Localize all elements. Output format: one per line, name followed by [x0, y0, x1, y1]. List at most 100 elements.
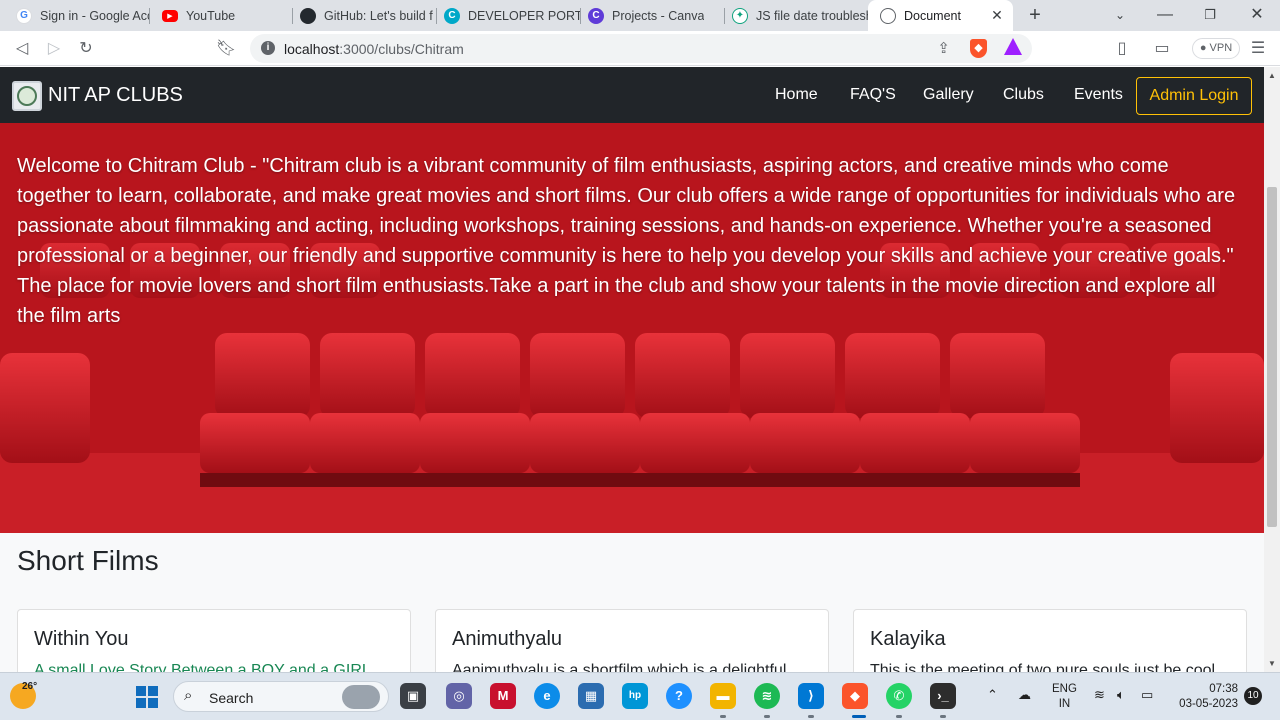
vpn-button[interactable]: ● VPN: [1192, 38, 1240, 59]
nav-gallery[interactable]: Gallery: [923, 86, 974, 104]
nav-faqs[interactable]: FAQ'S: [850, 86, 896, 104]
bookmark-icon[interactable]: 🔖︎: [214, 37, 238, 61]
search-icon: ⌕: [184, 687, 193, 704]
film-card-animuthyalu[interactable]: Animuthyalu Aanimuthyalu is a shortfilm …: [435, 609, 829, 672]
tab-youtube[interactable]: ▶ YouTube: [150, 0, 295, 31]
wallet-icon[interactable]: ▭: [1150, 37, 1174, 61]
film-description: This is the meeting of two pure souls ju…: [870, 662, 1216, 672]
running-indicator: [764, 715, 770, 718]
nit-logo[interactable]: [12, 81, 42, 111]
language-region: IN: [1058, 698, 1071, 710]
running-indicator: [940, 715, 946, 718]
logo-seal-icon: [17, 86, 37, 106]
wifi-icon[interactable]: ≋: [1094, 687, 1105, 703]
film-card-within-you[interactable]: Within You A small Love Story Between a …: [17, 609, 411, 672]
scroll-down-arrow-icon[interactable]: ▼: [1268, 659, 1276, 668]
weather-temperature: 26°: [22, 681, 38, 692]
tab-document[interactable]: Document ✕: [868, 0, 1013, 31]
section-title: Short Films: [17, 545, 159, 576]
notification-badge[interactable]: 10: [1244, 687, 1262, 705]
github-icon: [300, 7, 316, 24]
edge-icon[interactable]: e: [534, 683, 560, 709]
whatsapp-icon[interactable]: ✆: [886, 683, 912, 709]
brave-shields-icon[interactable]: ◆: [970, 39, 987, 58]
brave-browser-icon[interactable]: ◆: [842, 683, 868, 709]
url-path: :3000/clubs/Chitram: [339, 41, 464, 57]
active-indicator: [852, 715, 866, 718]
tab-title: Sign in - Google Acc: [40, 8, 149, 23]
file-explorer-icon[interactable]: ▬: [710, 683, 736, 709]
brave-rewards-icon[interactable]: [1004, 38, 1022, 55]
nav-clubs[interactable]: Clubs: [1003, 86, 1044, 104]
url-host: localhost: [284, 41, 340, 57]
microsoft-store-icon[interactable]: ▦: [578, 683, 604, 709]
tab-title: GitHub: Let's build f: [324, 8, 433, 23]
forward-button[interactable]: ▷: [42, 37, 66, 61]
tab-title: Projects - Canva: [612, 8, 705, 23]
onedrive-icon[interactable]: ☁: [1018, 687, 1031, 703]
running-indicator: [808, 715, 814, 718]
brand-name[interactable]: NIT AP CLUBS: [48, 84, 183, 107]
url-text[interactable]: localhost:3000/clubs/Chitram: [284, 41, 464, 57]
tab-search-chevron-icon[interactable]: ⌄: [1108, 4, 1132, 26]
film-description: Aanimuthyalu is a shortfilm which is a d…: [452, 662, 787, 672]
tab-title: JS file date troublesh: [756, 8, 868, 23]
close-tab-icon[interactable]: ✕: [989, 7, 1005, 23]
minimize-button[interactable]: —: [1153, 4, 1177, 26]
canva-icon: C: [444, 7, 460, 24]
search-highlight-image: [342, 685, 380, 709]
restore-button[interactable]: ❐: [1198, 4, 1222, 26]
sidebar-toggle-icon[interactable]: ▯: [1110, 37, 1134, 61]
spotify-icon[interactable]: ≋: [754, 683, 780, 709]
teams-chat-icon[interactable]: ◎: [446, 683, 472, 709]
page-scrollbar[interactable]: ▲ ▼: [1264, 67, 1280, 672]
back-button[interactable]: ◁: [10, 37, 34, 61]
myhp-icon[interactable]: hp: [622, 683, 648, 709]
youtube-icon: ▶: [162, 9, 178, 22]
terminal-icon[interactable]: ›_: [930, 683, 956, 709]
tab-title: Document: [904, 8, 961, 23]
canva-icon: C: [588, 7, 604, 24]
film-description-link[interactable]: A small Love Story Between a BOY and a G…: [34, 662, 394, 672]
tab-title: DEVELOPER PORTFC: [468, 8, 580, 23]
nav-home[interactable]: Home: [775, 86, 818, 104]
running-indicator: [896, 715, 902, 718]
scroll-up-arrow-icon[interactable]: ▲: [1268, 71, 1276, 80]
site-info-icon[interactable]: i: [261, 41, 275, 55]
windows-taskbar: 26° ⌕ Search ▣ ◎ M e ▦ hp ? ▬ ≋ ⟩ ◆ ✆ ›_…: [0, 672, 1280, 720]
windows-start-icon[interactable]: [136, 686, 158, 708]
new-tab-button[interactable]: +: [1023, 4, 1047, 26]
task-view-icon[interactable]: ▣: [400, 683, 426, 709]
tab-chatgpt[interactable]: ✦ JS file date troublesh: [720, 0, 868, 31]
menu-icon[interactable]: ☰: [1246, 37, 1270, 61]
address-bar[interactable]: i localhost:3000/clubs/Chitram ⇪: [250, 34, 1032, 63]
help-icon[interactable]: ?: [666, 683, 692, 709]
mcafee-icon[interactable]: M: [490, 683, 516, 709]
volume-icon[interactable]: 🔈︎: [1117, 687, 1125, 703]
share-icon[interactable]: ⇪: [937, 39, 950, 57]
tab-developer-portfolio[interactable]: C DEVELOPER PORTFC: [432, 0, 580, 31]
language-indicator[interactable]: ENG IN: [1052, 682, 1077, 712]
taskbar-search-box[interactable]: ⌕ Search: [173, 681, 389, 712]
system-clock[interactable]: 07:38 03-05-2023: [1172, 682, 1238, 712]
film-title: Animuthyalu: [452, 628, 563, 650]
running-indicator: [720, 715, 726, 718]
nav-events[interactable]: Events: [1074, 86, 1123, 104]
scrollbar-thumb[interactable]: [1267, 187, 1277, 527]
language-code: ENG: [1052, 683, 1077, 695]
film-card-kalayika[interactable]: Kalayika This is the meeting of two pure…: [853, 609, 1247, 672]
tab-google-signin[interactable]: G Sign in - Google Acc: [4, 0, 149, 31]
battery-icon[interactable]: ▭: [1141, 687, 1153, 703]
reload-button[interactable]: ↻: [74, 37, 98, 61]
google-icon: G: [16, 7, 32, 24]
taskbar-search-label: Search: [209, 690, 254, 706]
vpn-label: VPN: [1209, 42, 1233, 54]
show-hidden-icons-chevron-icon[interactable]: ⌃: [987, 687, 998, 703]
tab-canva-projects[interactable]: C Projects - Canva: [576, 0, 724, 31]
page-viewport: NIT AP CLUBS Home FAQ'S Gallery Clubs Ev…: [0, 67, 1264, 672]
admin-login-button[interactable]: Admin Login: [1136, 77, 1252, 115]
tab-github[interactable]: GitHub: Let's build f: [288, 0, 436, 31]
clock-time: 07:38: [1209, 683, 1238, 695]
close-window-button[interactable]: ✕: [1245, 4, 1269, 26]
vscode-icon[interactable]: ⟩: [798, 683, 824, 709]
